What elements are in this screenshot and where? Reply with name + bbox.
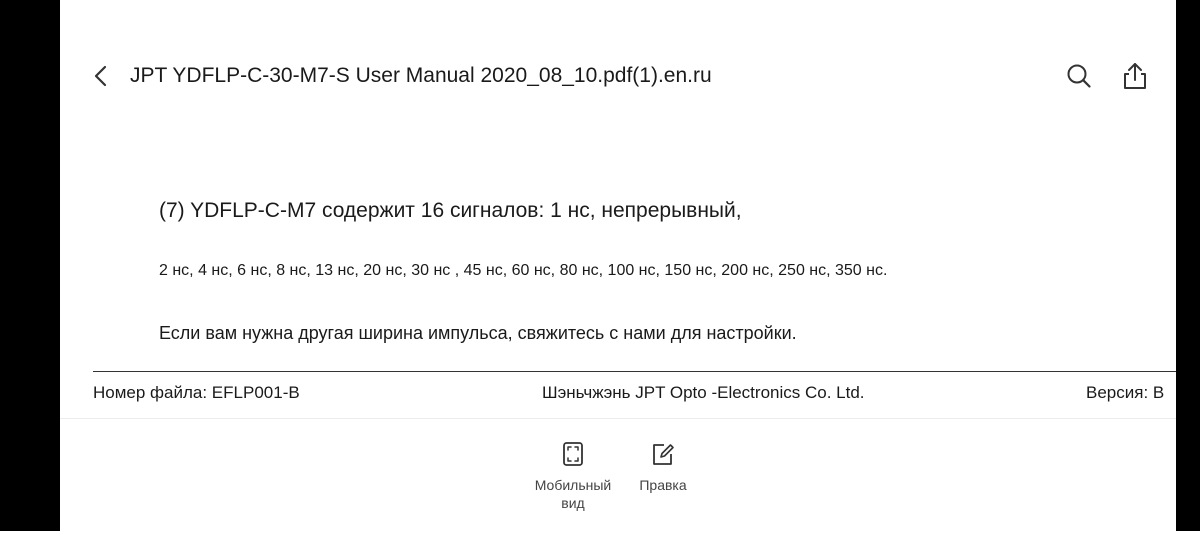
footer-divider [93, 371, 1176, 372]
edit-icon [653, 444, 674, 465]
footer-company: Шэньчжэнь JPT Opto -Electronics Co. Ltd. [542, 383, 865, 402]
bottom-strip [0, 531, 1200, 553]
document-page: (7) YDFLP-C-M7 содержит 16 сигналов: 1 н… [60, 130, 1176, 415]
mobile-view-icon [563, 442, 583, 466]
mobile-view-button[interactable]: Мобильный вид [523, 441, 623, 512]
mobile-view-label: Мобильный вид [534, 477, 612, 511]
document-title: JPT YDFLP-C-30-M7-S User Manual 2020_08_… [130, 64, 712, 87]
edit-label: Правка [639, 477, 687, 493]
footer-version: Версия: B [1086, 383, 1165, 402]
bottom-toolbar: Мобильный вид Правка [60, 418, 1176, 532]
document-text-line: 2 нс, 4 нс, 6 нс, 8 нс, 13 нс, 20 нс, 30… [159, 262, 888, 279]
chevron-left-icon[interactable] [88, 62, 116, 90]
edit-button[interactable]: Правка [623, 441, 703, 494]
right-frame [1176, 0, 1200, 531]
left-frame [0, 0, 60, 531]
document-text-line: Если вам нужна другая ширина импульса, с… [159, 323, 797, 343]
share-icon[interactable] [1121, 61, 1149, 91]
search-icon[interactable] [1065, 62, 1093, 90]
footer-file-number: Номер файла: EFLP001-B [93, 383, 300, 402]
document-text-line: (7) YDFLP-C-M7 содержит 16 сигналов: 1 н… [159, 199, 742, 222]
pdf-viewer: JPT YDFLP-C-30-M7-S User Manual 2020_08_… [60, 0, 1176, 531]
